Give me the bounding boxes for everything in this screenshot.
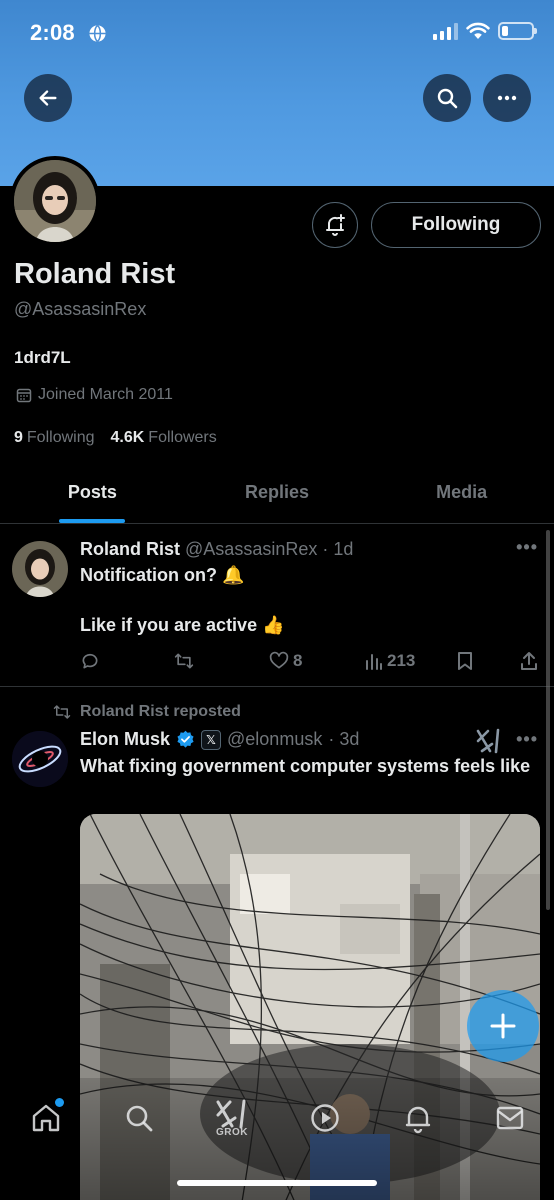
followers-stat[interactable]: 4.6K Followers <box>111 429 217 447</box>
active-tab-indicator <box>59 519 126 523</box>
follow-stats: 9 Following 4.6K Followers <box>14 429 217 447</box>
post-text: What fixing government computer systems … <box>80 756 531 776</box>
views-icon <box>366 654 382 670</box>
verified-badge-icon <box>177 730 194 748</box>
grok-icon[interactable] <box>476 728 502 754</box>
following-stat[interactable]: 9 Following <box>14 429 95 447</box>
bookmark-button[interactable] <box>456 651 474 671</box>
repost-button[interactable] <box>173 651 195 671</box>
heart-icon <box>269 651 289 669</box>
joined-text: Joined March 2011 <box>38 386 173 403</box>
post-time: · 3d <box>328 729 360 749</box>
tab-media[interactable]: Media <box>369 462 554 523</box>
post-more-button[interactable]: ••• <box>516 537 538 558</box>
grok-label: GROK <box>216 1126 248 1138</box>
post-author-name[interactable]: Roland Rist <box>80 539 180 559</box>
share-button[interactable] <box>520 651 538 671</box>
calendar-icon <box>16 388 32 403</box>
compose-post-button[interactable] <box>467 990 539 1062</box>
post-header: Roland Rist @AsassasinRex · 1d <box>80 539 353 560</box>
grok-icon <box>216 1099 246 1128</box>
x-affiliate-badge-icon: 𝕏 <box>201 729 222 750</box>
nav-home[interactable] <box>24 1096 68 1140</box>
play-video-icon <box>311 1104 339 1132</box>
post-more-button[interactable]: ••• <box>516 729 538 750</box>
scrollbar[interactable] <box>546 530 550 910</box>
battery-icon <box>498 22 537 40</box>
post-text-line: Like if you are active 👍 <box>80 615 285 635</box>
search-icon <box>126 1105 153 1132</box>
notifications-toggle-button[interactable] <box>312 202 358 248</box>
repost-icon <box>53 705 71 719</box>
repost-icon <box>174 653 194 669</box>
reply-button[interactable] <box>80 651 100 671</box>
mail-icon <box>496 1106 524 1130</box>
wifi-icon <box>466 22 490 39</box>
avatar-image <box>12 731 68 787</box>
globe-icon <box>89 24 106 43</box>
tab-posts[interactable]: Posts <box>0 462 185 523</box>
profile-bio: 1drd7L <box>14 348 71 367</box>
status-time: 2:08 <box>30 20 75 45</box>
profile-avatar[interactable] <box>10 156 100 246</box>
search-icon <box>437 88 458 109</box>
nav-notifications[interactable] <box>396 1096 440 1140</box>
joined-date: Joined March 2011 <box>16 386 173 404</box>
views-count: 213 <box>387 651 416 670</box>
post-header: Elon Musk 𝕏 @elonmusk · 3d <box>80 729 359 750</box>
status-indicators <box>433 22 537 40</box>
search-button[interactable] <box>423 74 471 122</box>
post-text-line: Notification on? 🔔 <box>80 565 245 585</box>
post[interactable]: Roland Rist @AsassasinRex · 1d ••• Notif… <box>0 525 554 687</box>
home-indicator[interactable] <box>177 1180 377 1186</box>
bell-plus-icon <box>326 214 345 236</box>
following-button[interactable]: Following <box>371 202 541 248</box>
battery-level <box>502 26 508 36</box>
avatar-image <box>12 541 68 597</box>
post-author-handle[interactable]: @AsassasinRex <box>185 539 317 559</box>
nav-grok[interactable]: GROK <box>210 1096 254 1140</box>
post-author-handle[interactable]: @elonmusk <box>227 729 322 750</box>
nav-video[interactable] <box>303 1096 347 1140</box>
like-button[interactable]: 8 <box>269 651 302 671</box>
profile-name: Roland Rist <box>14 258 176 290</box>
post-author-name[interactable]: Elon Musk <box>80 729 170 750</box>
bookmark-icon <box>458 652 472 670</box>
post-actions: 8 213 <box>80 651 540 673</box>
cellular-signal-icon <box>433 22 458 40</box>
tab-replies[interactable]: Replies <box>185 462 370 523</box>
share-icon <box>521 652 537 670</box>
arrow-left-icon <box>39 90 57 106</box>
more-button[interactable] <box>483 74 531 122</box>
post-time: · 1d <box>322 539 354 559</box>
profile-handle: @AsassasinRex <box>14 299 147 319</box>
repost-indicator: Roland Rist reposted <box>52 703 241 721</box>
post-author-avatar[interactable] <box>12 541 68 597</box>
profile-tabs: Posts Replies Media <box>0 462 554 524</box>
repost-label: Roland Rist reposted <box>80 703 241 720</box>
avatar-image <box>14 160 96 242</box>
reply-icon <box>82 653 98 669</box>
unread-dot <box>55 1098 64 1107</box>
post-author-avatar[interactable] <box>12 731 68 787</box>
nav-search[interactable] <box>117 1096 161 1140</box>
more-horizontal-icon <box>497 95 517 101</box>
views-button[interactable]: 213 <box>365 651 415 671</box>
nav-messages[interactable] <box>488 1096 532 1140</box>
back-button[interactable] <box>24 74 72 122</box>
like-count: 8 <box>293 651 303 670</box>
plus-icon <box>490 1013 516 1039</box>
bell-icon <box>405 1106 431 1134</box>
